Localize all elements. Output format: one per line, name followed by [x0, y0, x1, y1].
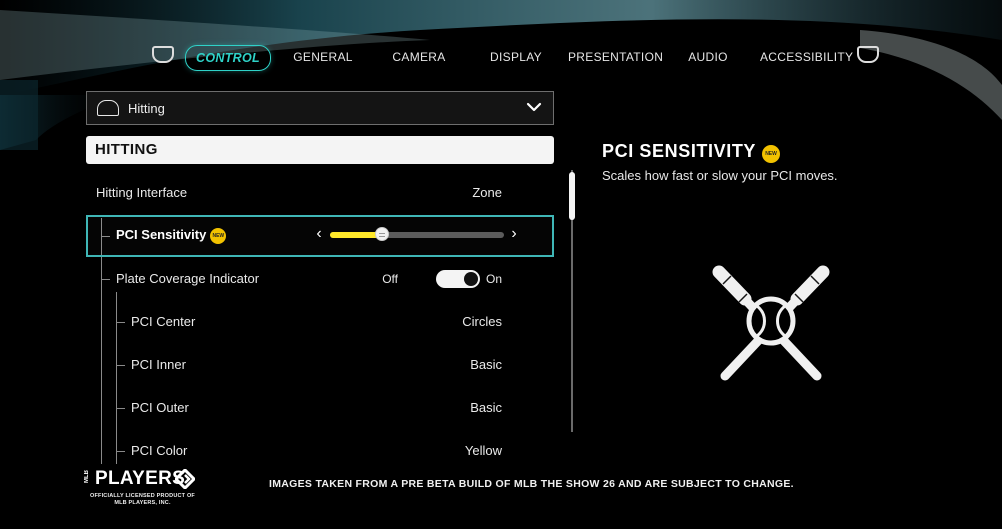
section-title: HITTING — [95, 141, 158, 158]
tab-camera[interactable]: CAMERA — [384, 45, 454, 69]
setting-value: Basic — [470, 400, 502, 415]
tab-accessibility[interactable]: ACCESSIBILITY — [760, 45, 853, 69]
slider-decrease-arrow[interactable]: ‹ — [313, 225, 325, 243]
setting-value: Yellow — [464, 443, 502, 458]
setting-row-hitting-interface[interactable]: Hitting Interface Zone — [86, 174, 554, 212]
category-dropdown[interactable]: Hitting — [86, 91, 554, 125]
tab-audio[interactable]: AUDIO — [676, 45, 740, 69]
logo-subtitle-line: OFFICIALLY LICENSED PRODUCT OF — [89, 493, 195, 499]
info-description: Scales how fast or slow your PCI moves. — [602, 168, 838, 183]
toggle-off-label: Off — [382, 272, 398, 286]
tab-presentation[interactable]: PRESENTATION — [568, 45, 663, 69]
setting-label: Hitting Interface — [96, 185, 188, 200]
setting-value: Basic — [470, 357, 502, 372]
setting-label: Plate Coverage Indicator — [116, 271, 260, 286]
beta-disclaimer: IMAGES TAKEN FROM A PRE BETA BUILD OF ML… — [269, 478, 794, 490]
setting-label: PCI Outer — [131, 400, 189, 415]
toggle-switch[interactable] — [436, 270, 480, 288]
setting-row-pci-sensitivity[interactable]: PCI Sensitivity NEW ‹ › — [86, 215, 554, 257]
logo-mlb-text: MLB — [84, 470, 90, 483]
info-title-wrap: PCI SENSITIVITY NEW — [602, 141, 781, 163]
logo-subtitle-line: MLB PLAYERS, INC. — [114, 500, 171, 506]
chevron-down-icon — [526, 102, 542, 112]
right-bumper-icon[interactable] — [857, 46, 879, 63]
new-badge: NEW — [210, 227, 227, 244]
tab-general[interactable]: GENERAL — [287, 45, 359, 69]
info-title: PCI SENSITIVITY — [602, 141, 757, 161]
tab-control[interactable]: CONTROL — [185, 45, 271, 71]
slider-thumb[interactable] — [375, 227, 390, 241]
players-diamond-icon — [175, 469, 195, 489]
toggle-knob — [464, 272, 478, 286]
toggle-on-label: On — [485, 272, 502, 286]
setting-label: PCI Sensitivity — [116, 227, 207, 242]
setting-label-wrap: PCI Sensitivity NEW — [116, 227, 227, 244]
setting-row-pci-color[interactable]: PCI Color Yellow — [86, 432, 554, 470]
setting-label: PCI Center — [131, 314, 196, 329]
slider-increase-arrow[interactable]: › — [508, 225, 520, 243]
setting-value: Zone — [472, 185, 502, 200]
section-header: HITTING — [86, 136, 554, 164]
sensitivity-slider[interactable] — [330, 227, 504, 241]
setting-label: PCI Color — [131, 443, 188, 458]
tab-display[interactable]: DISPLAY — [481, 45, 551, 69]
setting-row-pci-center[interactable]: PCI Center Circles — [86, 303, 554, 341]
logo-wordmark: PLAYERS — [95, 468, 186, 489]
new-badge: NEW — [762, 145, 781, 163]
home-plate-icon — [97, 100, 119, 116]
settings-scrollbar-thumb[interactable] — [569, 172, 575, 220]
settings-tab-bar: CONTROL GENERAL CAMERA DISPLAY PRESENTAT… — [148, 40, 883, 73]
setting-label: PCI Inner — [131, 357, 186, 372]
left-bumper-icon[interactable] — [152, 46, 174, 63]
setting-value: Circles — [462, 314, 502, 329]
setting-row-plate-coverage-indicator[interactable]: Plate Coverage Indicator Off On — [86, 260, 554, 298]
mlb-players-logo: MLB PLAYERS OFFICIALLY LICENSED PRODUCT … — [84, 468, 202, 510]
crossed-bats-ball-icon — [712, 265, 830, 381]
setting-row-pci-inner[interactable]: PCI Inner Basic — [86, 346, 554, 384]
setting-row-pci-outer[interactable]: PCI Outer Basic — [86, 389, 554, 427]
plate-coverage-toggle[interactable]: Off On — [382, 270, 502, 288]
logo-subtitle: OFFICIALLY LICENSED PRODUCT OF MLB PLAYE… — [84, 493, 201, 507]
category-dropdown-label: Hitting — [128, 101, 165, 116]
